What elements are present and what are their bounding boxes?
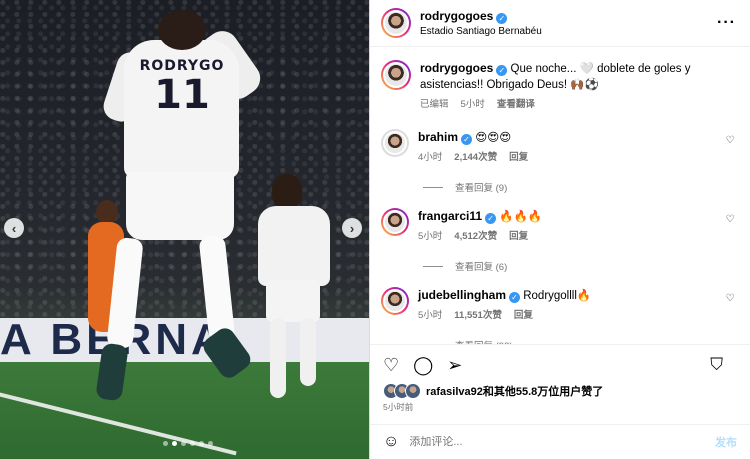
reply-button[interactable]: 回复 [509, 229, 528, 245]
verified-icon: ✓ [496, 65, 508, 76]
carousel-dot [199, 441, 204, 446]
comment-username[interactable]: judebellingham [418, 288, 506, 302]
caption-username[interactable]: rodrygogoes [420, 61, 493, 75]
view-replies-label[interactable]: 查看回复 (6) [455, 259, 507, 273]
heart-icon[interactable]: ♡ [723, 293, 737, 324]
avatar[interactable] [381, 208, 409, 236]
verified-icon: ✓ [496, 13, 508, 24]
translate-link[interactable]: 查看翻译 [497, 97, 535, 113]
view-replies[interactable]: 查看回复 (9) [423, 180, 737, 194]
post-time[interactable]: 5小时前 [383, 401, 737, 413]
more-horizontal-icon[interactable]: ··· [717, 14, 736, 32]
comment-time[interactable]: 5小时 [418, 229, 442, 245]
comments-section[interactable]: rodrygogoes ✓ Que noche... 🤍 doblete de g… [370, 48, 750, 344]
bookmark-icon[interactable]: ⛉ [710, 356, 723, 374]
view-replies-label[interactable]: 查看回复 (9) [455, 180, 507, 194]
view-replies[interactable]: 查看回复 (6) [423, 259, 737, 273]
chevron-right-icon: › [349, 220, 355, 236]
avatar[interactable] [381, 8, 411, 38]
caption-row: rodrygogoes ✓ Que noche... 🤍 doblete de g… [381, 60, 737, 113]
previous-slide-button[interactable]: ‹ [4, 218, 24, 238]
carousel-dot [208, 441, 213, 446]
player-head [158, 10, 206, 50]
heart-icon[interactable]: ♡ [383, 356, 399, 374]
carousel-dot [190, 441, 195, 446]
player-shorts [126, 172, 234, 240]
avatar[interactable] [381, 60, 411, 90]
teammate-leg [270, 318, 286, 398]
verified-icon: ✓ [485, 213, 497, 224]
comment-time[interactable]: 4小时 [418, 150, 442, 166]
comment-likes[interactable]: 4,512次赞 [454, 229, 497, 245]
reply-button[interactable]: 回复 [514, 308, 533, 324]
comment-row: brahim ✓ 😍😍😍 4小时 2,144次赞 回复 ♡ [381, 129, 737, 166]
reply-button[interactable]: 回复 [509, 150, 528, 166]
chevron-left-icon: ‹ [11, 220, 17, 236]
post-location[interactable]: Estadio Santiago Bernabéu [420, 26, 717, 37]
comment-list: brahim ✓ 😍😍😍 4小时 2,144次赞 回复 ♡ 查看回复 (9) fr… [381, 129, 737, 344]
post-username[interactable]: rodrygogoes [420, 9, 493, 23]
post-sidebar: rodrygogoes ✓ Estadio Santiago Bernabéu ·… [369, 0, 750, 459]
caption-time[interactable]: 5小时 [461, 97, 485, 113]
carousel-dots [163, 441, 213, 446]
teammate-shorts [266, 280, 320, 322]
heart-icon[interactable]: ♡ [723, 214, 737, 245]
avatar[interactable] [381, 287, 409, 315]
instagram-post-view: A BERNA RODRYGO 11 ‹ › rodrygogoes ✓ Est… [0, 0, 750, 459]
likes-summary[interactable]: rafasilva92和其他55.8万位用户赞了 [383, 383, 737, 399]
heart-icon[interactable]: ♡ [723, 135, 737, 166]
teammate-leg [300, 318, 316, 386]
comment-composer: ☺ 发布 [370, 424, 750, 459]
likes-text[interactable]: rafasilva92和其他55.8万位用户赞了 [426, 383, 603, 399]
comment-row: frangarci11 ✓ 🔥🔥🔥 5小时 4,512次赞 回复 ♡ [381, 208, 737, 245]
comment-row: judebellingham ✓ Rodrygollll🔥 5小时 11,551次… [381, 287, 737, 324]
comment-likes[interactable]: 2,144次赞 [454, 150, 497, 166]
comment-likes[interactable]: 11,551次赞 [454, 308, 502, 324]
post-button[interactable]: 发布 [715, 434, 737, 450]
emoji-icon[interactable]: ☺ [383, 433, 399, 451]
avatar[interactable] [381, 129, 409, 157]
action-bar: ♡ ◯ ➢ ⛉ rafasilva92和其他55.8万位用户赞了 5小时前 [370, 344, 750, 413]
post-photo[interactable]: A BERNA RODRYGO 11 ‹ › [0, 0, 369, 459]
teammate-head [272, 174, 302, 210]
post-header: rodrygogoes ✓ Estadio Santiago Bernabéu ·… [370, 0, 750, 47]
divider [423, 265, 443, 267]
comment-input[interactable] [409, 436, 715, 448]
carousel-dot [181, 441, 186, 446]
comment-username[interactable]: frangarci11 [418, 209, 482, 223]
comment-username[interactable]: brahim [418, 130, 458, 144]
verified-icon: ✓ [509, 292, 521, 303]
teammate-shirt [258, 206, 330, 286]
comment-icon[interactable]: ◯ [413, 356, 433, 374]
divider [423, 186, 443, 188]
carousel-dot [172, 441, 177, 446]
liker-avatars [383, 383, 421, 399]
next-slide-button[interactable]: › [342, 218, 362, 238]
goalkeeper-head [96, 200, 118, 224]
comment-text: 🔥🔥🔥 [499, 211, 543, 223]
shirt-number: 11 [154, 72, 210, 118]
comment-text: Rodrygollll🔥 [523, 290, 592, 302]
share-icon[interactable]: ➢ [447, 356, 462, 374]
verified-icon: ✓ [461, 134, 473, 145]
carousel-dot [163, 441, 168, 446]
comment-text: 😍😍😍 [475, 132, 512, 144]
comment-time[interactable]: 5小时 [418, 308, 442, 324]
edited-label: 已编辑 [420, 99, 449, 110]
